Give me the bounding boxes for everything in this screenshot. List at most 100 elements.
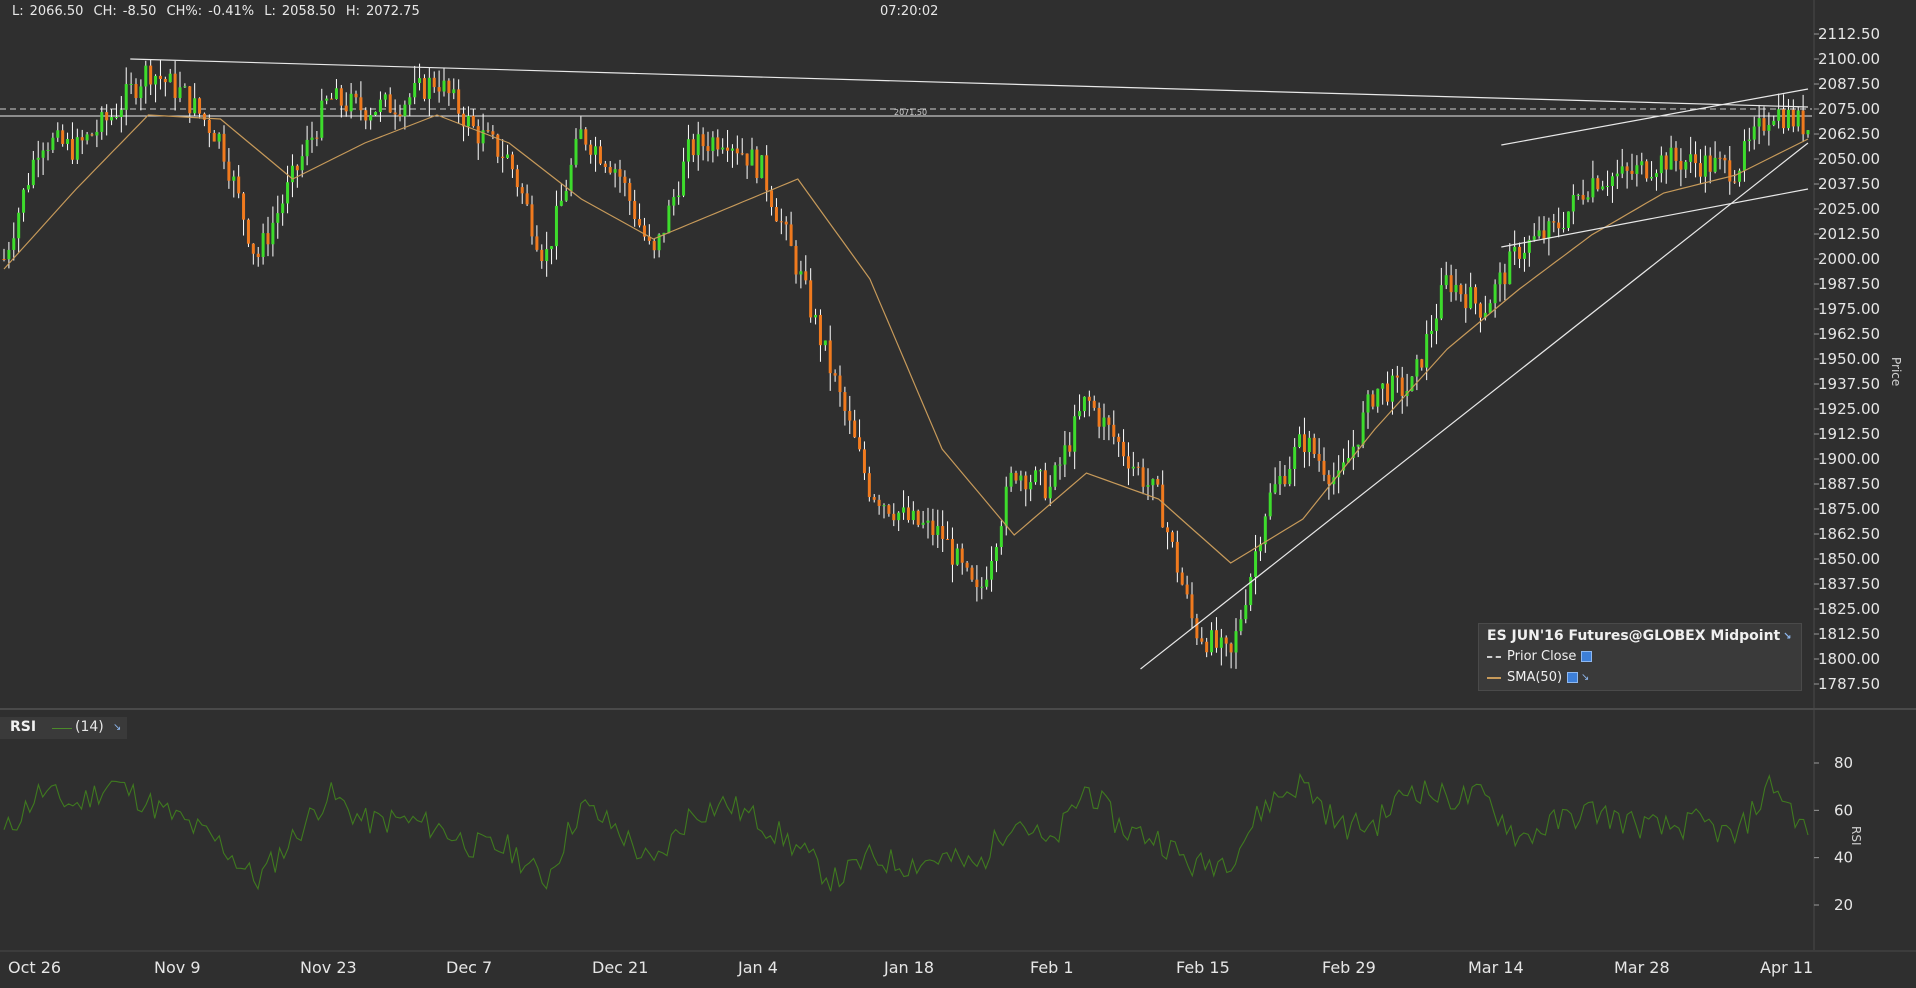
candle-up [569,164,573,191]
candle-up [506,154,510,158]
x-tick-label: Apr 11 [1760,958,1813,977]
price-tick-label: 2100.00 [1818,50,1880,68]
candle-down [1312,437,1316,454]
candle-up [1586,197,1590,200]
settings-arrow-icon[interactable]: ↘ [1581,672,1589,683]
candle-down [266,233,270,245]
price-tick-label: 2000.00 [1818,250,1880,268]
candle-down [770,190,774,208]
x-tick-label: Feb 1 [1030,958,1074,977]
candle-up [799,271,803,275]
candle-down [510,154,514,170]
high-label: H: [345,4,360,19]
candle-up [1268,492,1272,517]
candle-down [251,243,255,254]
chart-background [0,0,1916,984]
candle-up [1493,284,1497,304]
price-tick-label: 1787.50 [1818,675,1880,693]
candle-up [85,134,89,141]
chart-svg: 2112.50 2100.00 2087.50 2075.00 2062.50 2050.… [0,0,1916,984]
candle-down [584,129,588,145]
price-tick-label: 1987.50 [1818,275,1880,293]
settings-arrow-icon[interactable]: ↘ [1783,631,1791,642]
candle-down [1107,417,1111,425]
candle-down [1694,154,1698,164]
candle-down [1645,161,1649,179]
candle-up [990,560,994,580]
last-value: 2066.50 [29,4,84,19]
candle-up [271,222,275,245]
candle-down [1180,572,1184,585]
candle-up [7,249,11,260]
candle-up [955,548,959,565]
candle-up [814,314,818,318]
candle-up [559,200,563,206]
candle-down [227,161,231,181]
settings-arrow-icon[interactable]: ↘ [113,722,121,733]
candle-down [1552,221,1556,223]
candle-up [1381,383,1385,389]
candle-up [730,148,734,151]
candle-down [90,134,94,136]
candle-down [173,73,177,98]
legend-sma[interactable]: SMA(50) ↘ [1487,670,1589,685]
candle-up [1684,161,1688,170]
candle-down [1112,424,1116,437]
candle-down [1283,475,1287,485]
candle-down [105,112,109,121]
rsi-legend-tag[interactable]: RSI (14) ↘ [0,717,127,739]
candle-down [207,119,211,133]
candle-up [349,93,353,112]
candle-up [1263,516,1267,545]
candle-down [1190,594,1194,619]
candle-down [950,538,954,565]
chart-legend[interactable]: ES JUN'16 Futures@GLOBEX Midpoint ↘ Prior… [1478,623,1802,691]
candle-down [237,176,241,194]
candle-up [139,86,143,99]
candle-down [1782,109,1786,129]
legend-prior-close[interactable]: Prior Close [1487,649,1593,664]
price-tick-label: 2025.00 [1818,200,1880,218]
checkbox-icon[interactable] [1581,651,1593,662]
candle-up [902,507,906,513]
candle-down [246,219,250,244]
price-tick-label: 1900.00 [1818,450,1880,468]
checkbox-icon[interactable] [1567,672,1579,683]
price-tick-label: 1950.00 [1818,350,1880,368]
candle-down [476,126,480,144]
candle-up [1029,482,1033,490]
candle-up [1244,605,1248,620]
candle-down [603,163,607,167]
candle-down [1117,436,1121,442]
candle-up [217,133,221,142]
candle-up [286,182,290,204]
candle-up [1390,375,1394,402]
candle-up [305,139,309,157]
candle-down [1175,541,1179,573]
candle-down [515,169,519,188]
rsi-axis-label: RSI [1849,826,1863,846]
candle-down [1087,396,1091,401]
candle-up [1640,161,1644,166]
candle-down [1400,377,1404,396]
candle-up [281,203,285,214]
candle-up [750,149,754,166]
candle-up [550,246,554,250]
candle-up [466,115,470,127]
candle-down [364,110,368,121]
candle-up [1415,359,1419,377]
candle-down [222,133,226,162]
candle-down [975,579,979,588]
candle-down [892,513,896,521]
candle-down [906,507,910,521]
quote-info-bar: L: 2066.50 CH: -8.50 CH%: -0.41% L: 2058.50 … [12,4,426,19]
candle-down [740,153,744,155]
candle-down [501,156,505,158]
candle-down [794,245,798,275]
candle-up [985,579,989,587]
candle-up [911,510,915,521]
last-price-label: 2071.50 [894,108,927,117]
candle-down [163,78,167,83]
candle-down [1092,400,1096,408]
candle-down [1322,460,1326,475]
